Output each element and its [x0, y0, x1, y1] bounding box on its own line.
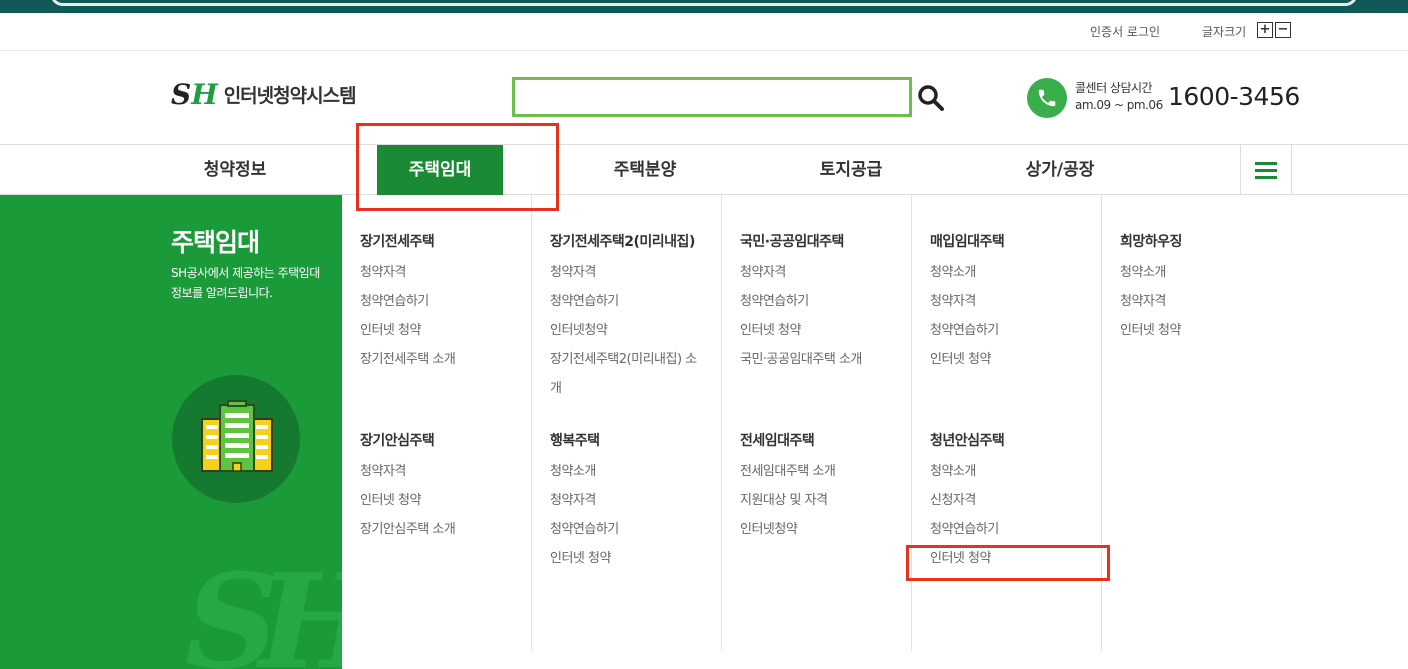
gnb-item-commercial-factory[interactable]: 상가/공장 [985, 145, 1135, 195]
submenu-link[interactable]: 장기전세주택 소개 [360, 345, 456, 374]
gnb-item-subscription-info[interactable]: 청약정보 [160, 145, 310, 195]
logo-text: 인터넷청약시스템 [223, 85, 357, 107]
utility-bar: 인증서 로그인 글자크기 + − [0, 13, 1408, 51]
panel-title: 주택임대 [171, 228, 260, 257]
submenu-link[interactable]: 청약자격 [740, 258, 786, 287]
gnb-item-housing-sale[interactable]: 주택분양 [570, 145, 720, 195]
building-icon-circle [172, 375, 300, 503]
submenu-link[interactable]: 청약자격 [550, 486, 596, 515]
submenu-link[interactable]: 청약자격 [360, 258, 406, 287]
group-title-longterm-ansim[interactable]: 장기안심주택 [360, 430, 435, 450]
submenu-column-1: 장기전세주택 청약자격 청약연습하기 인터넷 청약 장기전세주택 소개 장기안심… [342, 195, 532, 651]
search-input[interactable] [512, 77, 912, 117]
group-title-jeonse-rental[interactable]: 전세임대주택 [740, 430, 815, 450]
submenu-link[interactable]: 인터넷 청약 [360, 486, 421, 515]
submenu-link[interactable]: 인터넷 청약 [740, 316, 801, 345]
submenu-link[interactable]: 인터넷 청약 [360, 316, 421, 345]
phone-icon [1027, 78, 1067, 118]
font-size-plus-button[interactable]: + [1257, 22, 1273, 38]
submenu-column-2: 장기전세주택2(미리내집) 청약자격 청약연습하기 인터넷청약 장기전세주택2(… [531, 195, 721, 651]
callcenter-label: 콜센터 상담시간 [1075, 81, 1153, 95]
submenu-link[interactable]: 청약소개 [550, 457, 596, 486]
submenu-link[interactable]: 인터넷 청약 [930, 345, 991, 374]
callcenter-hours: am.09 ~ pm.06 [1075, 98, 1163, 112]
submenu-link[interactable]: 청약자격 [360, 457, 406, 486]
group-title-happy-housing[interactable]: 행복주택 [550, 430, 600, 450]
group-title-youth-ansim[interactable]: 청년안심주택 [930, 430, 1005, 450]
top-banner-bar [0, 0, 1408, 13]
submenu-link[interactable]: 청약연습하기 [550, 515, 619, 544]
all-menu-button[interactable] [1240, 145, 1292, 195]
submenu-link[interactable]: 청약연습하기 [930, 515, 999, 544]
submenu-link[interactable]: 청약연습하기 [550, 287, 619, 316]
submenu-link[interactable]: 인터넷청약 [550, 316, 608, 345]
submenu-link[interactable]: 청약소개 [930, 457, 976, 486]
submenu-link[interactable]: 청약소개 [1120, 258, 1166, 287]
highlight-box-housing-rental [356, 123, 559, 211]
submenu-column-3: 국민·공공임대주택 청약자격 청약연습하기 인터넷 청약 국민·공공임대주택 소… [721, 195, 911, 651]
submenu-link[interactable]: 청약연습하기 [740, 287, 809, 316]
cert-login-link[interactable]: 인증서 로그인 [1090, 23, 1160, 40]
submenu-link[interactable]: 인터넷 청약 [550, 544, 611, 573]
panel-description: SH공사에서 제공하는 주택임대 정보를 알려드립니다. [171, 266, 320, 300]
sh-watermark: SH [185, 545, 342, 669]
search-button[interactable] [916, 83, 946, 113]
site-logo[interactable]: SH 인터넷청약시스템 [171, 78, 357, 111]
callcenter-phone: 1600-3456 [1168, 82, 1300, 111]
submenu-intro-panel: SH 주택임대 SH공사에서 제공하는 주택임대 정보를 알려드립니다. [0, 195, 342, 669]
submenu-link-continued[interactable]: 개 [550, 374, 562, 403]
search-icon [918, 85, 944, 111]
group-title-hope-housing[interactable]: 희망하우징 [1120, 231, 1182, 251]
submenu-link[interactable]: 지원대상 및 자격 [740, 486, 828, 515]
submenu-link[interactable]: 청약자격 [1120, 287, 1166, 316]
group-title-longterm-jeonse[interactable]: 장기전세주택 [360, 231, 435, 251]
submenu-link[interactable]: 청약자격 [930, 287, 976, 316]
submenu-link[interactable]: 장기안심주택 소개 [360, 515, 456, 544]
font-size-label: 글자크기 [1202, 25, 1247, 39]
submenu-link[interactable]: 청약연습하기 [360, 287, 429, 316]
submenu-link[interactable]: 장기전세주택2(미리내집) 소 [550, 345, 697, 374]
global-nav: 청약정보 주택임대 주택분양 토지공급 상가/공장 [0, 144, 1408, 195]
submenu-link[interactable]: 전세임대주택 소개 [740, 457, 836, 486]
gnb-item-land-supply[interactable]: 토지공급 [776, 145, 926, 195]
submenu-link[interactable]: 국민·공공임대주택 소개 [740, 345, 862, 374]
submenu-link[interactable]: 인터넷청약 [740, 515, 798, 544]
submenu-link[interactable]: 청약연습하기 [930, 316, 999, 345]
submenu-column-5: 희망하우징 청약소개 청약자격 인터넷 청약 [1101, 195, 1291, 651]
group-title-public-rental[interactable]: 국민·공공임대주택 [740, 231, 844, 251]
font-size-minus-button[interactable]: − [1275, 22, 1291, 38]
submenu-link[interactable]: 청약소개 [930, 258, 976, 287]
site-header: SH 인터넷청약시스템 콜센터 상담시간 am.09 ~ pm.06 1600-… [0, 51, 1408, 144]
building-icon [201, 400, 273, 472]
sh-logo-icon: SH [171, 78, 218, 111]
submenu-link[interactable]: 신청자격 [930, 486, 976, 515]
submenu-link[interactable]: 청약자격 [550, 258, 596, 287]
submenu-link[interactable]: 인터넷 청약 [1120, 316, 1181, 345]
group-title-longterm-jeonse-2[interactable]: 장기전세주택2(미리내집) [550, 231, 695, 251]
hamburger-icon [1255, 161, 1277, 165]
submenu-column-4: 매입임대주택 청약소개 청약자격 청약연습하기 인터넷 청약 청년안심주택 청약… [911, 195, 1101, 651]
group-title-purchase-rental[interactable]: 매입임대주택 [930, 231, 1005, 251]
highlight-box-internet-apply [906, 545, 1110, 581]
